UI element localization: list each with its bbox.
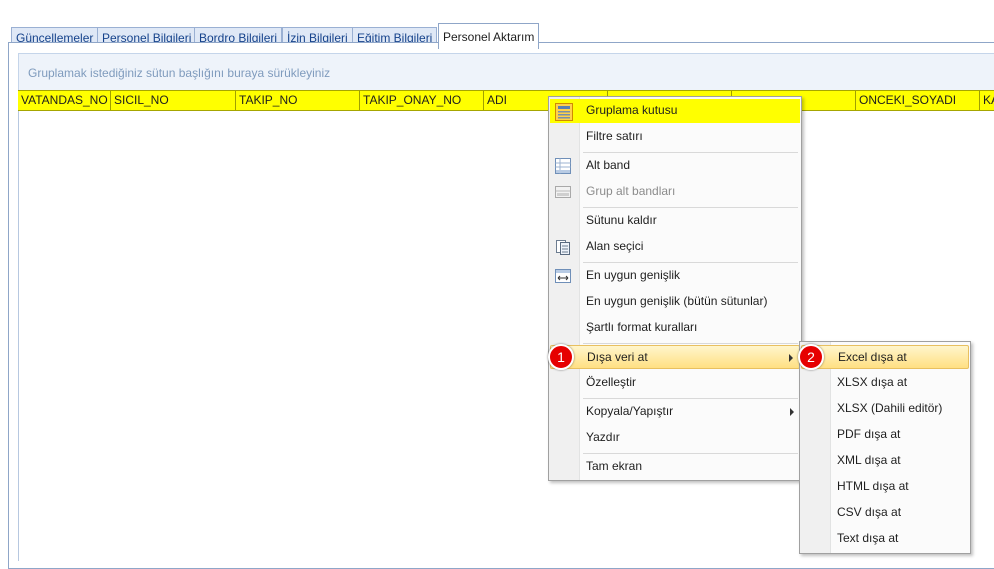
tab-bar: Güncellemeler Personel Bilgileri Bordro … — [0, 6, 994, 49]
menu-item-alan-secici[interactable]: Alan seçici — [550, 235, 800, 259]
menu-item-kopyala-yapistir[interactable]: Kopyala/Yapıştır — [550, 400, 800, 424]
menu-item-sutunu-kaldir[interactable]: Sütunu kaldır — [550, 209, 800, 233]
submenu-item-pdf[interactable]: PDF dışa at — [801, 423, 969, 447]
menu-item-yazdir[interactable]: Yazdır — [550, 426, 800, 450]
group-footer-icon — [555, 184, 571, 200]
column-header-vatandas-no[interactable]: VATANDAS_NO — [18, 91, 111, 110]
group-box-icon — [555, 103, 573, 121]
group-panel-hint: Gruplamak istediğiniz sütun başlığını bu… — [28, 66, 331, 80]
menu-separator — [583, 207, 798, 208]
submenu-item-csv[interactable]: CSV dışa at — [801, 501, 969, 525]
group-panel[interactable]: Gruplamak istediğiniz sütun başlığını bu… — [18, 53, 994, 91]
menu-separator — [583, 343, 798, 344]
submenu-item-xlsx-dahili[interactable]: XLSX (Dahili editör) — [801, 397, 969, 421]
column-chooser-icon — [555, 239, 571, 255]
menu-item-ozellestir[interactable]: Özelleştir — [550, 371, 800, 395]
menu-separator — [583, 152, 798, 153]
step-badge-2: 2 — [798, 344, 824, 370]
menu-item-disa-veri-at[interactable]: Dışa veri at — [550, 345, 800, 369]
column-header-onceki-soyadi[interactable]: ONCEKI_SOYADI — [856, 91, 980, 110]
column-header-ka[interactable]: KA — [980, 91, 994, 110]
tab-personel-aktarim[interactable]: Personel Aktarım — [438, 23, 540, 49]
menu-item-alt-band[interactable]: Alt band — [550, 154, 800, 178]
menu-separator — [583, 398, 798, 399]
best-fit-icon — [555, 268, 571, 284]
submenu-item-text[interactable]: Text dışa at — [801, 527, 969, 551]
column-header-takip-onay-no[interactable]: TAKIP_ONAY_NO — [360, 91, 484, 110]
step-badge-1: 1 — [548, 344, 574, 370]
submenu-item-xml[interactable]: XML dışa at — [801, 449, 969, 473]
menu-item-gruplama-kutusu[interactable]: Gruplama kutusu — [550, 99, 800, 123]
grid-header-row: VATANDAS_NO SICIL_NO TAKIP_NO TAKIP_ONAY… — [18, 90, 994, 111]
menu-separator — [583, 262, 798, 263]
menu-separator — [583, 453, 798, 454]
menu-item-tam-ekran[interactable]: Tam ekran — [550, 455, 800, 479]
submenu-item-xlsx[interactable]: XLSX dışa at — [801, 371, 969, 395]
menu-item-filtre-satiri[interactable]: Filtre satırı — [550, 125, 800, 149]
menu-item-en-uygun-genislik-tum[interactable]: En uygun genişlik (bütün sütunlar) — [550, 290, 800, 314]
submenu-item-html[interactable]: HTML dışa at — [801, 475, 969, 499]
column-header-takip-no[interactable]: TAKIP_NO — [236, 91, 360, 110]
export-submenu: Excel dışa at XLSX dışa at XLSX (Dahili … — [799, 341, 971, 554]
column-header-sicil-no[interactable]: SICIL_NO — [111, 91, 236, 110]
footer-band-icon — [555, 158, 571, 174]
submenu-item-excel[interactable]: Excel dışa at — [801, 345, 969, 369]
column-context-menu: Gruplama kutusu Filtre satırı Alt band G… — [548, 96, 802, 481]
submenu-arrow-icon — [790, 408, 794, 416]
submenu-arrow-icon — [789, 354, 793, 362]
menu-item-grup-alt-bandlari[interactable]: Grup alt bandları — [550, 180, 800, 204]
menu-item-en-uygun-genislik[interactable]: En uygun genişlik — [550, 264, 800, 288]
menu-item-sartli-format[interactable]: Şartlı format kuralları — [550, 316, 800, 340]
